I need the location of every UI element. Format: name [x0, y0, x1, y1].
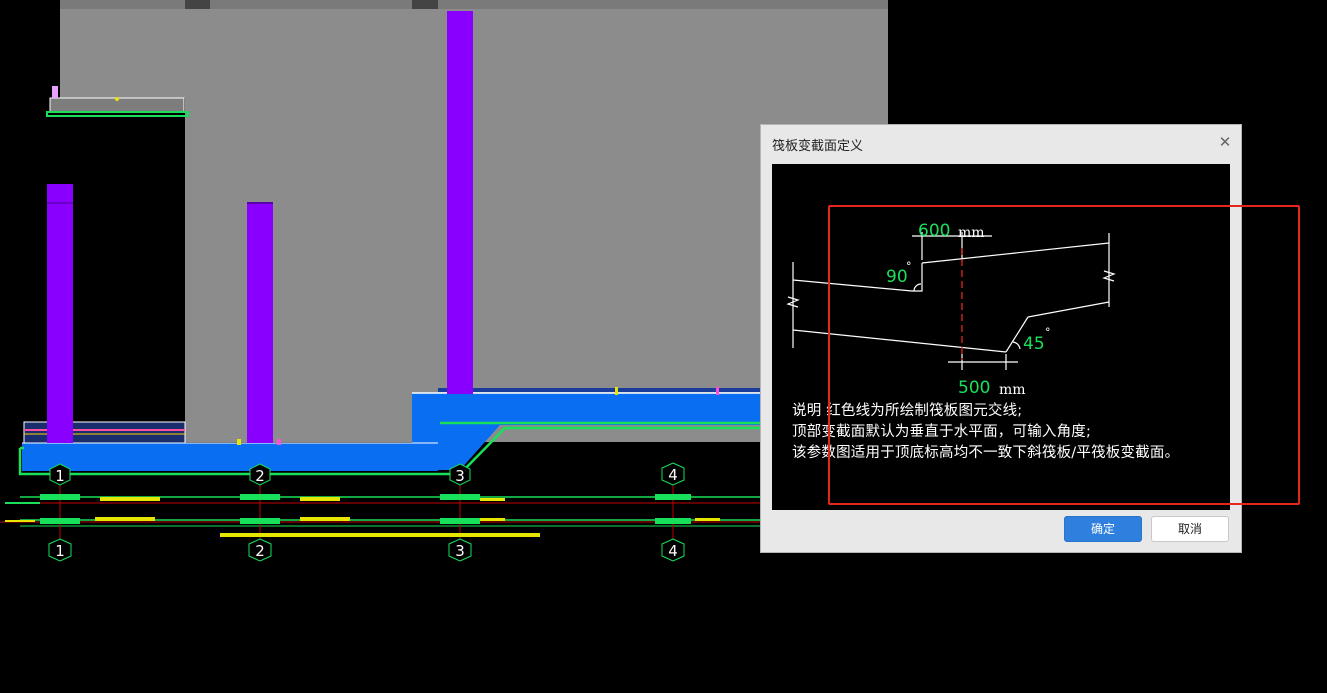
ok-button[interactable]: 确定 — [1064, 516, 1142, 542]
axis-label-bottom: 2 — [255, 542, 265, 560]
cancel-button[interactable]: 取消 — [1151, 516, 1229, 542]
ledge-outline — [46, 111, 189, 117]
axis-bubbles-bottom — [48, 538, 685, 562]
wall-joint — [185, 0, 210, 9]
axis-label-top: 4 — [668, 466, 678, 484]
plan-strip — [0, 480, 760, 540]
axis-label-top: 2 — [255, 467, 265, 485]
axis-label-bottom: 3 — [455, 542, 465, 560]
axis-label-bottom: 1 — [55, 542, 65, 560]
wall-section — [60, 0, 888, 90]
wall-section — [60, 90, 185, 98]
ledge-mark — [52, 86, 58, 98]
axis-label-bottom: 4 — [668, 542, 678, 560]
dialog-title: 筏板变截面定义 — [772, 139, 864, 154]
ledge-point — [115, 97, 119, 101]
axis-label-top: 1 — [55, 467, 65, 485]
raft-slab — [22, 443, 438, 471]
column — [447, 11, 473, 394]
wall-top-edge — [60, 0, 888, 9]
highlight-box — [828, 205, 1300, 505]
axis-label-top: 3 — [455, 467, 465, 485]
column — [247, 202, 273, 443]
column — [47, 184, 73, 443]
wall-joint — [412, 0, 438, 9]
close-icon[interactable]: ✕ — [1217, 134, 1233, 150]
